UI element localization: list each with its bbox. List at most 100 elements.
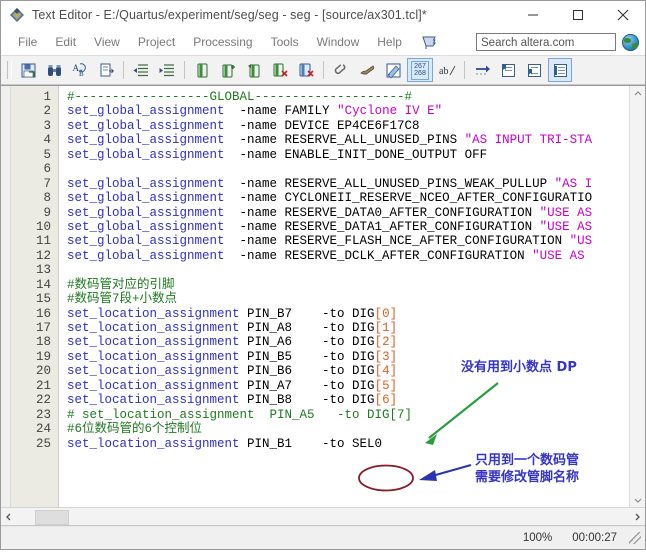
line-number: 8: [43, 191, 51, 206]
code-line[interactable]: set_location_assignment PIN_B7 -to DIG[0…: [67, 307, 629, 321]
horizontal-scroll-track[interactable]: [17, 509, 629, 525]
code-line[interactable]: #数码管对应的引脚: [67, 278, 629, 292]
code-line[interactable]: set_location_assignment PIN_B6 -to DIG[4…: [67, 364, 629, 378]
scroll-down-arrow[interactable]: [630, 492, 645, 507]
code-line[interactable]: set_location_assignment PIN_B8 -to DIG[6…: [67, 393, 629, 407]
code-token: [0]: [374, 306, 398, 321]
code-token: set_location_assignment: [67, 393, 240, 408]
maximize-button[interactable]: [555, 1, 600, 28]
line-number: 11: [35, 234, 51, 249]
code-line[interactable]: set_global_assignment -name CYCLONEII_RE…: [67, 191, 629, 205]
line-number: 23: [35, 407, 51, 422]
code-token: [1]: [374, 321, 398, 335]
insert-template-icon[interactable]: [242, 58, 266, 82]
bookmark-all-icon[interactable]: [548, 58, 572, 82]
line-number: 22: [35, 393, 51, 408]
elapsed-time: 00:00:27: [572, 532, 617, 544]
code-line[interactable]: #------------------GLOBAL---------------…: [67, 90, 629, 104]
scroll-doc-icon[interactable]: [355, 58, 379, 82]
menu-project[interactable]: Project: [129, 32, 184, 52]
code-line[interactable]: set_location_assignment PIN_A7 -to DIG[5…: [67, 379, 629, 393]
vertical-scrollbar[interactable]: [629, 86, 645, 507]
code-token: #6位数码管的6个控制位: [67, 422, 203, 437]
uncomment-block-icon[interactable]: [216, 58, 240, 82]
code-line[interactable]: #数码管7段+小数点: [67, 292, 629, 306]
delete-doc-icon[interactable]: [294, 58, 318, 82]
line-number-toggle[interactable]: 267 268: [407, 58, 433, 82]
code-line[interactable]: set_global_assignment -name ENABLE_INIT_…: [67, 148, 629, 162]
code-line[interactable]: set_global_assignment -name RESERVE_ALL_…: [67, 133, 629, 147]
menu-processing[interactable]: Processing: [184, 32, 261, 52]
attach-clip-icon[interactable]: [329, 58, 353, 82]
ab-wrap-toggle[interactable]: ab: [435, 58, 459, 82]
quartus-logo-svg: [10, 7, 24, 22]
code-token: PIN_B7 -to DIG: [239, 306, 375, 321]
bookmark-next-icon[interactable]: [522, 58, 546, 82]
menu-tools[interactable]: Tools: [262, 32, 308, 52]
code-text-area[interactable]: #------------------GLOBAL---------------…: [59, 86, 629, 507]
close-button[interactable]: [600, 1, 645, 28]
menu-bar: File Edit View Project Processing Tools …: [1, 29, 645, 55]
menu-help[interactable]: Help: [368, 32, 411, 52]
code-line[interactable]: #6位数码管的6个控制位: [67, 422, 629, 436]
indent-increase-icon[interactable]: [155, 58, 179, 82]
code-token: -name RESERVE_ALL_UNUSED_PINS: [224, 133, 465, 148]
comment-block-icon[interactable]: [190, 58, 214, 82]
horizontal-scrollbar[interactable]: [1, 508, 645, 526]
goto-arrow-icon[interactable]: [470, 58, 494, 82]
code-line[interactable]: set_location_assignment PIN_B5 -to DIG[3…: [67, 350, 629, 364]
bookmark-gutter[interactable]: [1, 86, 11, 507]
replace-icon[interactable]: A B: [68, 58, 92, 82]
code-line[interactable]: set_location_assignment PIN_A6 -to DIG[2…: [67, 335, 629, 349]
color-coding-icon[interactable]: [381, 58, 405, 82]
menu-window[interactable]: Window: [308, 32, 369, 52]
code-line[interactable]: set_global_assignment -name RESERVE_FLAS…: [67, 234, 629, 248]
line-number: 17: [35, 321, 51, 335]
svg-text:ab: ab: [439, 66, 448, 77]
code-token: set_location_assignment: [67, 335, 240, 350]
menu-edit[interactable]: Edit: [46, 32, 85, 52]
code-line[interactable]: set_global_assignment -name RESERVE_ALL_…: [67, 177, 629, 191]
code-token: PIN_A8 -to DIG: [239, 321, 375, 335]
search-input[interactable]: Search altera.com: [476, 33, 616, 51]
code-token: "USE AS: [539, 205, 593, 220]
line-number: 7: [43, 176, 51, 191]
toolbar-grip[interactable]: [7, 61, 12, 79]
code-line[interactable]: set_location_assignment PIN_B1 -to SEL0: [67, 437, 629, 451]
scroll-up-arrow[interactable]: [630, 86, 645, 101]
menu-view[interactable]: View: [85, 32, 129, 52]
scroll-left-arrow[interactable]: [1, 509, 17, 525]
zoom-level: 100%: [522, 532, 553, 544]
menu-file[interactable]: File: [9, 32, 46, 52]
save-as-icon[interactable]: [16, 58, 40, 82]
code-line[interactable]: set_global_assignment -name FAMILY "Cycl…: [67, 104, 629, 118]
horizontal-scroll-thumb[interactable]: [35, 510, 69, 525]
minimize-button[interactable]: [510, 1, 555, 28]
code-line[interactable]: set_global_assignment -name RESERVE_DATA…: [67, 206, 629, 220]
code-line[interactable]: # set_location_assignment PIN_A5 -to DIG…: [67, 408, 629, 422]
find-binoculars-icon[interactable]: [42, 58, 66, 82]
code-token: PIN_A6 -to DIG: [239, 335, 375, 350]
code-editor[interactable]: 1 2 3 4 5 6 7 8 9 10 11 12 13 14 15 16 17 18 19 20 21 22 23 24 2…: [1, 85, 645, 508]
code-token: "AS INPUT TRI-STA: [464, 133, 593, 148]
line-number: 25: [35, 436, 51, 451]
indent-decrease-icon[interactable]: [129, 58, 153, 82]
code-line[interactable]: set_global_assignment -name DEVICE EP4CE…: [67, 119, 629, 133]
comment-flag-icon[interactable]: [419, 33, 439, 51]
bookmark-prev-icon[interactable]: [496, 58, 520, 82]
code-line[interactable]: set_global_assignment -name RESERVE_DCLK…: [67, 249, 629, 263]
code-line[interactable]: [67, 162, 629, 176]
code-token: -name CYCLONEII_RESERVE_NCEO_AFTER_CONFI…: [224, 191, 593, 206]
remove-doc-icon[interactable]: [268, 58, 292, 82]
resize-grip[interactable]: [629, 532, 641, 544]
line-number: 13: [35, 263, 51, 278]
line-number: 4: [43, 133, 51, 148]
line-number: 9: [43, 205, 51, 220]
goto-line-icon[interactable]: [94, 58, 118, 82]
scroll-right-arrow[interactable]: [629, 509, 645, 525]
code-line[interactable]: set_global_assignment -name RESERVE_DATA…: [67, 220, 629, 234]
code-line[interactable]: set_location_assignment PIN_A8 -to DIG[1…: [67, 321, 629, 335]
vertical-scroll-track[interactable]: [630, 101, 645, 492]
code-line[interactable]: [67, 263, 629, 277]
globe-icon[interactable]: [622, 33, 639, 51]
